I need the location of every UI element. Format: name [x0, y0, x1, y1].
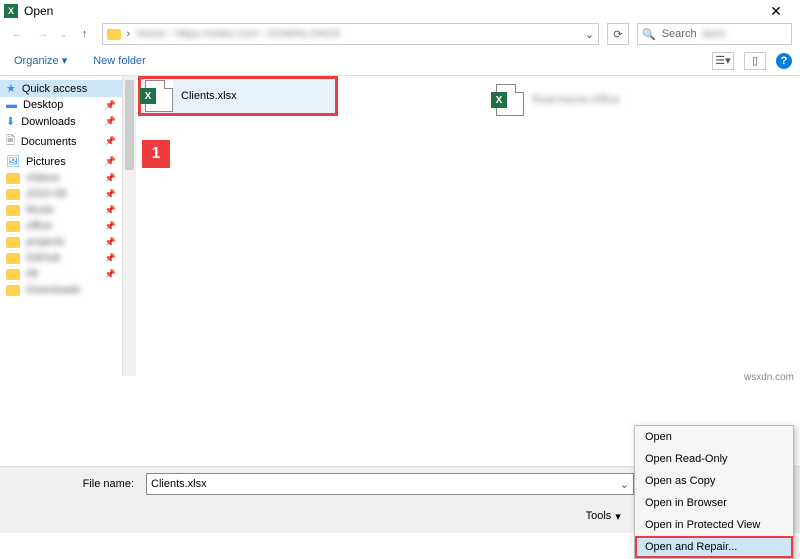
filename-input[interactable]: Clients.xlsx ⌄	[146, 473, 634, 495]
close-icon[interactable]: ✕	[756, 3, 796, 20]
documents-icon: 🗎	[6, 132, 15, 151]
sidebar-item-label: Documents	[21, 136, 77, 148]
folder-icon	[6, 285, 20, 296]
dd-open-browser[interactable]: Open in Browser	[635, 492, 793, 514]
organize-menu[interactable]: Organize ▾	[8, 50, 73, 71]
filename-value: Clients.xlsx	[151, 478, 207, 490]
watermark: wsxdn.com	[744, 372, 798, 383]
address-path: Home › https://video.com › DOWNLOADS	[136, 28, 340, 40]
search-input[interactable]: 🔍 Search docs	[637, 23, 792, 45]
desktop-icon: ▬	[6, 99, 17, 111]
sidebar-item-folder[interactable]: Music📌	[0, 202, 122, 218]
search-icon: 🔍	[642, 28, 656, 41]
open-dropdown-menu: Open Open Read-Only Open as Copy Open in…	[634, 425, 794, 559]
sidebar-item-folder[interactable]: 06📌	[0, 266, 122, 282]
folder-icon	[6, 237, 20, 248]
pin-icon: 📌	[105, 269, 116, 280]
sidebar-item-label: Desktop	[23, 99, 63, 111]
search-placeholder: Search	[662, 28, 697, 40]
file-label: Clients.xlsx	[181, 90, 237, 102]
scrollbar-thumb[interactable]	[125, 80, 134, 170]
chevron-down-icon: ▾	[615, 510, 621, 523]
pin-icon: 📌	[105, 189, 116, 200]
sidebar-item-folder[interactable]: 2022-08📌	[0, 186, 122, 202]
sidebar-item-label: Pictures	[26, 156, 66, 168]
sidebar-item-quick-access[interactable]: ★ Quick access	[0, 80, 122, 97]
app-icon: X	[4, 4, 18, 18]
sidebar-item-label: Downloads	[21, 116, 75, 128]
sidebar-scrollbar[interactable]	[122, 76, 136, 376]
tools-menu[interactable]: Tools ▾	[586, 510, 621, 523]
view-options-button[interactable]: ☰▾	[712, 52, 734, 70]
file-pane: X Clients.xlsx X Real-Name-Office	[136, 76, 800, 376]
refresh-button[interactable]: ⟳	[607, 23, 629, 45]
window-title: Open	[24, 4, 756, 18]
pin-icon: 📌	[105, 116, 116, 127]
folder-icon	[6, 253, 20, 264]
pin-icon: 📌	[105, 253, 116, 264]
preview-pane-button[interactable]: ▯	[744, 52, 766, 70]
history-dropdown-icon[interactable]: ⌄	[60, 29, 68, 40]
folder-icon	[6, 189, 20, 200]
pin-icon: 📌	[105, 136, 116, 147]
sidebar-item-downloads[interactable]: ⬇ Downloads 📌	[0, 113, 122, 130]
folder-icon	[107, 29, 121, 40]
sidebar-item-pictures[interactable]: 🖼 Pictures 📌	[0, 153, 122, 170]
forward-button[interactable]: →	[34, 25, 52, 43]
pictures-icon: 🖼	[6, 155, 20, 168]
address-dropdown-icon[interactable]: ⌄	[585, 28, 594, 41]
pin-icon: 📌	[105, 100, 116, 111]
pin-icon: 📌	[105, 156, 116, 167]
sidebar-item-folder[interactable]: Videos📌	[0, 170, 122, 186]
sidebar-item-label: Quick access	[22, 83, 87, 95]
back-button[interactable]: ←	[8, 25, 26, 43]
dd-open-repair[interactable]: Open and Repair...	[635, 536, 793, 558]
filename-label: File name:	[10, 478, 140, 490]
folder-icon	[6, 269, 20, 280]
breadcrumb-chevron: ›	[127, 28, 131, 40]
address-bar[interactable]: › Home › https://video.com › DOWNLOADS ⌄	[102, 23, 599, 45]
pin-icon: 📌	[105, 237, 116, 248]
new-folder-button[interactable]: New folder	[87, 51, 152, 71]
sidebar-item-desktop[interactable]: ▬ Desktop 📌	[0, 97, 122, 113]
dd-open[interactable]: Open	[635, 426, 793, 448]
pin-icon: 📌	[105, 205, 116, 216]
downloads-icon: ⬇	[6, 115, 15, 128]
excel-file-icon: X	[496, 84, 524, 116]
navigation-sidebar: ★ Quick access ▬ Desktop 📌 ⬇ Downloads 📌…	[0, 76, 122, 376]
sidebar-item-folder[interactable]: office📌	[0, 218, 122, 234]
star-icon: ★	[6, 82, 16, 95]
pin-icon: 📌	[105, 221, 116, 232]
annotation-badge-1: 1	[142, 140, 170, 168]
dd-open-copy[interactable]: Open as Copy	[635, 470, 793, 492]
file-label: Real-Name-Office	[532, 94, 620, 106]
folder-icon	[6, 205, 20, 216]
excel-file-icon: X	[145, 80, 173, 112]
file-item-clients[interactable]: X Clients.xlsx	[138, 76, 338, 116]
pin-icon: 📌	[105, 173, 116, 184]
sidebar-item-folder[interactable]: projects📌	[0, 234, 122, 250]
up-button[interactable]: ↑	[76, 25, 94, 43]
sidebar-item-documents[interactable]: 🗎 Documents 📌	[0, 130, 122, 153]
sidebar-item-folder[interactable]: Downloads	[0, 282, 122, 298]
help-button[interactable]: ?	[776, 53, 792, 69]
file-item-other[interactable]: X Real-Name-Office	[492, 80, 692, 120]
dd-open-readonly[interactable]: Open Read-Only	[635, 448, 793, 470]
folder-icon	[6, 221, 20, 232]
sidebar-item-folder[interactable]: GitHub📌	[0, 250, 122, 266]
filename-dropdown-icon[interactable]: ⌄	[620, 478, 629, 491]
folder-icon	[6, 173, 20, 184]
